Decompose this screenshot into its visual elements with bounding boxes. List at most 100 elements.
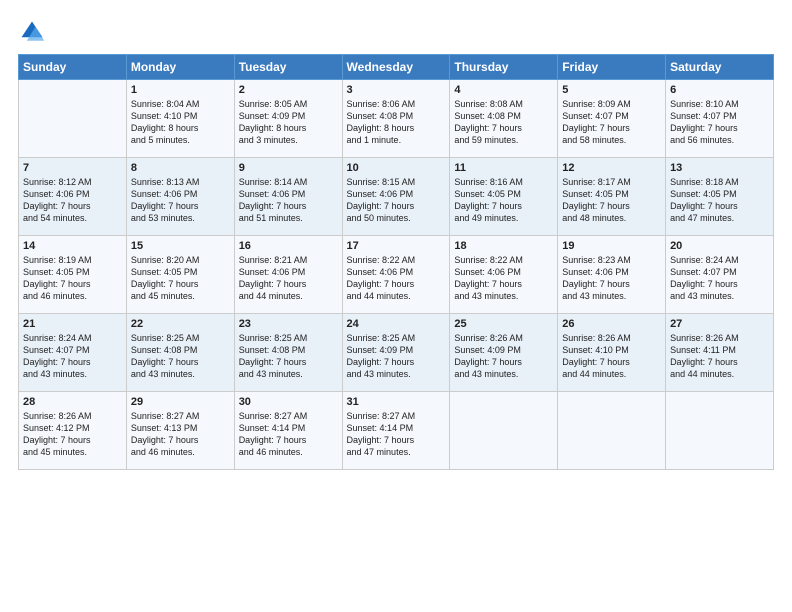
day-number: 1 (131, 84, 230, 96)
cell-info: Sunrise: 8:04 AM Sunset: 4:10 PM Dayligh… (131, 98, 230, 147)
calendar-cell: 31 Sunrise: 8:27 AM Sunset: 4:14 PM Dayli… (342, 392, 450, 470)
calendar-cell: 27 Sunrise: 8:26 AM Sunset: 4:11 PM Dayli… (666, 314, 774, 392)
cell-info: Sunrise: 8:27 AM Sunset: 4:14 PM Dayligh… (239, 410, 338, 459)
day-number: 12 (562, 162, 661, 174)
cell-info: Sunrise: 8:20 AM Sunset: 4:05 PM Dayligh… (131, 254, 230, 303)
day-number: 13 (670, 162, 769, 174)
calendar-cell (666, 392, 774, 470)
day-number: 14 (23, 240, 122, 252)
cell-info: Sunrise: 8:22 AM Sunset: 4:06 PM Dayligh… (347, 254, 446, 303)
week-row-2: 14 Sunrise: 8:19 AM Sunset: 4:05 PM Dayli… (19, 236, 774, 314)
cell-info: Sunrise: 8:26 AM Sunset: 4:11 PM Dayligh… (670, 332, 769, 381)
logo (18, 18, 50, 46)
calendar-cell: 9Sunrise: 8:14 AM Sunset: 4:06 PM Daylig… (234, 158, 342, 236)
calendar-table: SundayMondayTuesdayWednesdayThursdayFrid… (18, 54, 774, 470)
day-number: 6 (670, 84, 769, 96)
calendar-cell: 21 Sunrise: 8:24 AM Sunset: 4:07 PM Dayli… (19, 314, 127, 392)
cell-info: Sunrise: 8:13 AM Sunset: 4:06 PM Dayligh… (131, 176, 230, 225)
day-number: 7 (23, 162, 122, 174)
day-number: 8 (131, 162, 230, 174)
calendar-cell: 20 Sunrise: 8:24 AM Sunset: 4:07 PM Dayli… (666, 236, 774, 314)
calendar-cell: 8 Sunrise: 8:13 AM Sunset: 4:06 PM Daylig… (126, 158, 234, 236)
header-row: SundayMondayTuesdayWednesdayThursdayFrid… (19, 55, 774, 80)
calendar-cell: 22 Sunrise: 8:25 AM Sunset: 4:08 PM Dayli… (126, 314, 234, 392)
cell-info: Sunrise: 8:26 AM Sunset: 4:10 PM Dayligh… (562, 332, 661, 381)
day-number: 4 (454, 84, 553, 96)
col-header-friday: Friday (558, 55, 666, 80)
cell-info: Sunrise: 8:25 AM Sunset: 4:08 PM Dayligh… (239, 332, 338, 381)
calendar-cell: 29 Sunrise: 8:27 AM Sunset: 4:13 PM Dayli… (126, 392, 234, 470)
col-header-sunday: Sunday (19, 55, 127, 80)
calendar-cell: 25 Sunrise: 8:26 AM Sunset: 4:09 PM Dayli… (450, 314, 558, 392)
day-number: 19 (562, 240, 661, 252)
day-number: 26 (562, 318, 661, 330)
col-header-monday: Monday (126, 55, 234, 80)
day-number: 2 (239, 84, 338, 96)
calendar-cell (450, 392, 558, 470)
calendar-cell: 14 Sunrise: 8:19 AM Sunset: 4:05 PM Dayli… (19, 236, 127, 314)
calendar-cell: 13Sunrise: 8:18 AM Sunset: 4:05 PM Dayli… (666, 158, 774, 236)
day-number: 25 (454, 318, 553, 330)
cell-info: Sunrise: 8:27 AM Sunset: 4:13 PM Dayligh… (131, 410, 230, 459)
week-row-4: 28 Sunrise: 8:26 AM Sunset: 4:12 PM Dayli… (19, 392, 774, 470)
day-number: 24 (347, 318, 446, 330)
day-number: 16 (239, 240, 338, 252)
calendar-cell: 1 Sunrise: 8:04 AM Sunset: 4:10 PM Daylig… (126, 80, 234, 158)
day-number: 29 (131, 396, 230, 408)
calendar-cell: 17 Sunrise: 8:22 AM Sunset: 4:06 PM Dayli… (342, 236, 450, 314)
calendar-cell: 12 Sunrise: 8:17 AM Sunset: 4:05 PM Dayli… (558, 158, 666, 236)
day-number: 9 (239, 162, 338, 174)
cell-info: Sunrise: 8:23 AM Sunset: 4:06 PM Dayligh… (562, 254, 661, 303)
day-number: 31 (347, 396, 446, 408)
calendar-cell: 16 Sunrise: 8:21 AM Sunset: 4:06 PM Dayli… (234, 236, 342, 314)
cell-info: Sunrise: 8:26 AM Sunset: 4:09 PM Dayligh… (454, 332, 553, 381)
logo-icon (18, 18, 46, 46)
day-number: 22 (131, 318, 230, 330)
calendar-cell: 23 Sunrise: 8:25 AM Sunset: 4:08 PM Dayli… (234, 314, 342, 392)
cell-info: Sunrise: 8:22 AM Sunset: 4:06 PM Dayligh… (454, 254, 553, 303)
col-header-thursday: Thursday (450, 55, 558, 80)
calendar-cell: 3Sunrise: 8:06 AM Sunset: 4:08 PM Daylig… (342, 80, 450, 158)
day-number: 21 (23, 318, 122, 330)
calendar-cell: 10Sunrise: 8:15 AM Sunset: 4:06 PM Dayli… (342, 158, 450, 236)
week-row-0: 1 Sunrise: 8:04 AM Sunset: 4:10 PM Daylig… (19, 80, 774, 158)
day-number: 27 (670, 318, 769, 330)
cell-info: Sunrise: 8:24 AM Sunset: 4:07 PM Dayligh… (670, 254, 769, 303)
calendar-cell: 18 Sunrise: 8:22 AM Sunset: 4:06 PM Dayli… (450, 236, 558, 314)
cell-info: Sunrise: 8:12 AM Sunset: 4:06 PM Dayligh… (23, 176, 122, 225)
col-header-wednesday: Wednesday (342, 55, 450, 80)
day-number: 11 (454, 162, 553, 174)
day-number: 17 (347, 240, 446, 252)
calendar-cell: 26 Sunrise: 8:26 AM Sunset: 4:10 PM Dayli… (558, 314, 666, 392)
day-number: 28 (23, 396, 122, 408)
day-number: 18 (454, 240, 553, 252)
calendar-cell: 2 Sunrise: 8:05 AM Sunset: 4:09 PM Daylig… (234, 80, 342, 158)
calendar-cell: 15 Sunrise: 8:20 AM Sunset: 4:05 PM Dayli… (126, 236, 234, 314)
cell-info: Sunrise: 8:17 AM Sunset: 4:05 PM Dayligh… (562, 176, 661, 225)
day-number: 15 (131, 240, 230, 252)
calendar-cell: 30 Sunrise: 8:27 AM Sunset: 4:14 PM Dayli… (234, 392, 342, 470)
cell-info: Sunrise: 8:27 AM Sunset: 4:14 PM Dayligh… (347, 410, 446, 459)
calendar-cell: 19 Sunrise: 8:23 AM Sunset: 4:06 PM Dayli… (558, 236, 666, 314)
cell-info: Sunrise: 8:25 AM Sunset: 4:09 PM Dayligh… (347, 332, 446, 381)
cell-info: Sunrise: 8:21 AM Sunset: 4:06 PM Dayligh… (239, 254, 338, 303)
cell-info: Sunrise: 8:19 AM Sunset: 4:05 PM Dayligh… (23, 254, 122, 303)
cell-info: Sunrise: 8:26 AM Sunset: 4:12 PM Dayligh… (23, 410, 122, 459)
col-header-tuesday: Tuesday (234, 55, 342, 80)
calendar-cell: 6 Sunrise: 8:10 AM Sunset: 4:07 PM Daylig… (666, 80, 774, 158)
cell-info: Sunrise: 8:05 AM Sunset: 4:09 PM Dayligh… (239, 98, 338, 147)
cell-info: Sunrise: 8:25 AM Sunset: 4:08 PM Dayligh… (131, 332, 230, 381)
day-number: 23 (239, 318, 338, 330)
col-header-saturday: Saturday (666, 55, 774, 80)
cell-info: Sunrise: 8:16 AM Sunset: 4:05 PM Dayligh… (454, 176, 553, 225)
cell-info: Sunrise: 8:24 AM Sunset: 4:07 PM Dayligh… (23, 332, 122, 381)
day-number: 20 (670, 240, 769, 252)
cell-info: Sunrise: 8:08 AM Sunset: 4:08 PM Dayligh… (454, 98, 553, 147)
calendar-cell: 24 Sunrise: 8:25 AM Sunset: 4:09 PM Dayli… (342, 314, 450, 392)
calendar-cell: 11 Sunrise: 8:16 AM Sunset: 4:05 PM Dayli… (450, 158, 558, 236)
calendar-cell: 28 Sunrise: 8:26 AM Sunset: 4:12 PM Dayli… (19, 392, 127, 470)
cell-info: Sunrise: 8:09 AM Sunset: 4:07 PM Dayligh… (562, 98, 661, 147)
cell-info: Sunrise: 8:10 AM Sunset: 4:07 PM Dayligh… (670, 98, 769, 147)
page: SundayMondayTuesdayWednesdayThursdayFrid… (0, 0, 792, 612)
day-number: 30 (239, 396, 338, 408)
